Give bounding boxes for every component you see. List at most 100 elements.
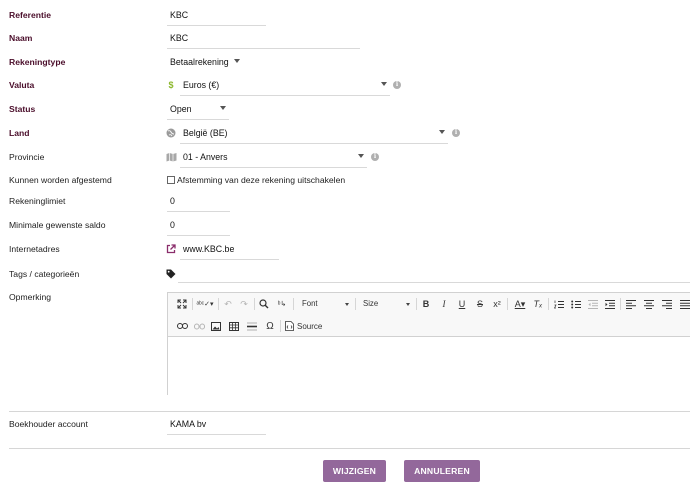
link-icon[interactable]	[176, 320, 188, 332]
label-boekhouder: Boekhouder account	[9, 419, 88, 429]
align-left-icon[interactable]	[625, 298, 637, 310]
label-afgestemd: Kunnen worden afgestemd	[9, 175, 112, 185]
valuta-select[interactable]: Euros (€)	[180, 76, 390, 96]
outdent-icon[interactable]	[587, 298, 599, 310]
row-internetadres: Internetadres www.KBC.be	[0, 240, 690, 260]
rekeninglimiet-value: 0	[170, 196, 175, 206]
row-boekhouder: Boekhouder account KAMA bv	[0, 415, 690, 435]
referentie-value: KBC	[170, 10, 189, 20]
font-select[interactable]: Font	[298, 297, 352, 311]
superscript-icon[interactable]: x²	[490, 298, 504, 310]
row-naam: Naam KBC	[0, 29, 690, 49]
land-value: België (BE)	[183, 128, 228, 138]
external-link-icon[interactable]	[165, 243, 177, 255]
chevron-down-icon	[234, 59, 240, 63]
provincie-value: 01 - Anvers	[183, 152, 228, 162]
label-provincie: Provincie	[9, 152, 45, 162]
italic-icon[interactable]: I	[438, 298, 450, 310]
naam-value: KBC	[170, 33, 189, 43]
search-icon[interactable]	[258, 298, 270, 310]
wijzigen-button[interactable]: WIJZIGEN	[323, 460, 386, 482]
label-naam: Naam	[9, 33, 33, 43]
row-provincie: Provincie 01 - Anvers i	[0, 148, 690, 168]
label-referentie: Referentie	[9, 10, 52, 20]
land-select[interactable]: België (BE)	[180, 124, 448, 144]
info-icon[interactable]: i	[393, 81, 401, 89]
valuta-value: Euros (€)	[183, 80, 220, 90]
divider	[9, 411, 690, 412]
tags-input[interactable]	[178, 266, 690, 283]
underline-icon[interactable]: U	[456, 298, 468, 310]
row-tags: Tags / categorieën	[0, 265, 690, 285]
label-rekeninglimiet: Rekeninglimiet	[9, 196, 66, 206]
chevron-down-icon	[220, 106, 226, 110]
info-icon[interactable]: i	[371, 153, 379, 161]
rekeninglimiet-input[interactable]: 0	[167, 192, 230, 212]
special-char-icon[interactable]: Ω	[264, 320, 276, 332]
label-valuta: Valuta	[9, 80, 35, 90]
row-valuta: Valuta $ Euros (€) i	[0, 76, 690, 96]
align-right-icon[interactable]	[661, 298, 673, 310]
strikethrough-icon[interactable]: S	[474, 298, 486, 310]
editor-toolbar-row-1: ᵃᵇᶜ✓▾ ↶ ↷ ᵇ↳ Font Size B I U S x² A▾ Tₓ	[168, 293, 690, 315]
bullet-list-icon[interactable]	[570, 298, 582, 310]
unlink-icon[interactable]	[193, 320, 205, 332]
row-status: Status Open	[0, 100, 690, 120]
label-minimale-saldo: Minimale gewenste saldo	[9, 220, 106, 230]
row-afgestemd: Kunnen worden afgestemd Afstemming van d…	[0, 171, 690, 191]
table-icon[interactable]	[228, 320, 240, 332]
tag-icon	[165, 268, 177, 280]
row-minimale-saldo: Minimale gewenste saldo 0	[0, 216, 690, 236]
rekeningtype-value: Betaalrekening	[170, 57, 229, 67]
status-select[interactable]: Open	[167, 100, 229, 120]
label-status: Status	[9, 104, 36, 114]
spellcheck-icon[interactable]: ᵃᵇᶜ✓▾	[196, 298, 214, 310]
annuleren-button[interactable]: ANNULEREN	[404, 460, 480, 482]
replace-icon[interactable]: ᵇ↳	[276, 298, 288, 310]
row-rekeningtype: Rekeningtype Betaalrekening	[0, 53, 690, 73]
internetadres-input[interactable]: www.KBC.be	[180, 240, 279, 260]
row-rekeninglimiet: Rekeninglimiet 0	[0, 192, 690, 212]
globe-icon	[165, 127, 177, 139]
minimale-saldo-input[interactable]: 0	[167, 216, 230, 236]
label-land: Land	[9, 128, 30, 138]
row-referentie: Referentie KBC	[0, 6, 690, 26]
size-select[interactable]: Size	[359, 297, 413, 311]
bold-icon[interactable]: B	[420, 298, 432, 310]
map-icon	[165, 151, 177, 163]
dollar-icon: $	[168, 80, 174, 90]
maximize-icon[interactable]	[176, 298, 188, 310]
undo-icon[interactable]: ↶	[222, 298, 234, 310]
label-opmerking: Opmerking	[9, 292, 52, 302]
naam-input[interactable]: KBC	[167, 29, 360, 49]
text-color-icon[interactable]: A▾	[511, 298, 529, 310]
label-tags: Tags / categorieën	[9, 269, 80, 279]
minimale-saldo-value: 0	[170, 220, 175, 230]
align-center-icon[interactable]	[643, 298, 655, 310]
source-label: Source	[297, 321, 323, 331]
boekhouder-input[interactable]: KAMA bv	[167, 415, 266, 435]
boekhouder-value: KAMA bv	[170, 419, 207, 429]
remove-format-icon[interactable]: Tₓ	[532, 298, 544, 310]
align-justify-icon[interactable]	[679, 298, 690, 310]
chevron-down-icon	[381, 82, 387, 86]
source-button[interactable]: Source	[285, 320, 325, 332]
provincie-select[interactable]: 01 - Anvers	[180, 148, 367, 168]
row-land: Land België (BE) i	[0, 124, 690, 144]
afstemming-checkbox[interactable]	[167, 176, 175, 184]
internetadres-value: www.KBC.be	[183, 244, 235, 254]
referentie-input[interactable]: KBC	[167, 6, 266, 26]
horizontal-line-icon[interactable]	[246, 320, 258, 332]
rekeningtype-select[interactable]: Betaalrekening	[167, 53, 243, 73]
indent-icon[interactable]	[604, 298, 616, 310]
numbered-list-icon[interactable]	[553, 298, 565, 310]
image-icon[interactable]	[210, 320, 222, 332]
redo-icon[interactable]: ↷	[238, 298, 250, 310]
opmerking-editor: ᵃᵇᶜ✓▾ ↶ ↷ ᵇ↳ Font Size B I U S x² A▾ Tₓ	[167, 292, 690, 395]
editor-content-area[interactable]	[168, 338, 690, 395]
label-internetadres: Internetadres	[9, 244, 60, 254]
chevron-down-icon	[439, 130, 445, 134]
info-icon[interactable]: i	[452, 129, 460, 137]
afstemming-checkbox-label[interactable]: Afstemming van deze rekening uitschakele…	[177, 175, 345, 185]
editor-toolbar-row-2: Ω Source	[168, 315, 690, 337]
